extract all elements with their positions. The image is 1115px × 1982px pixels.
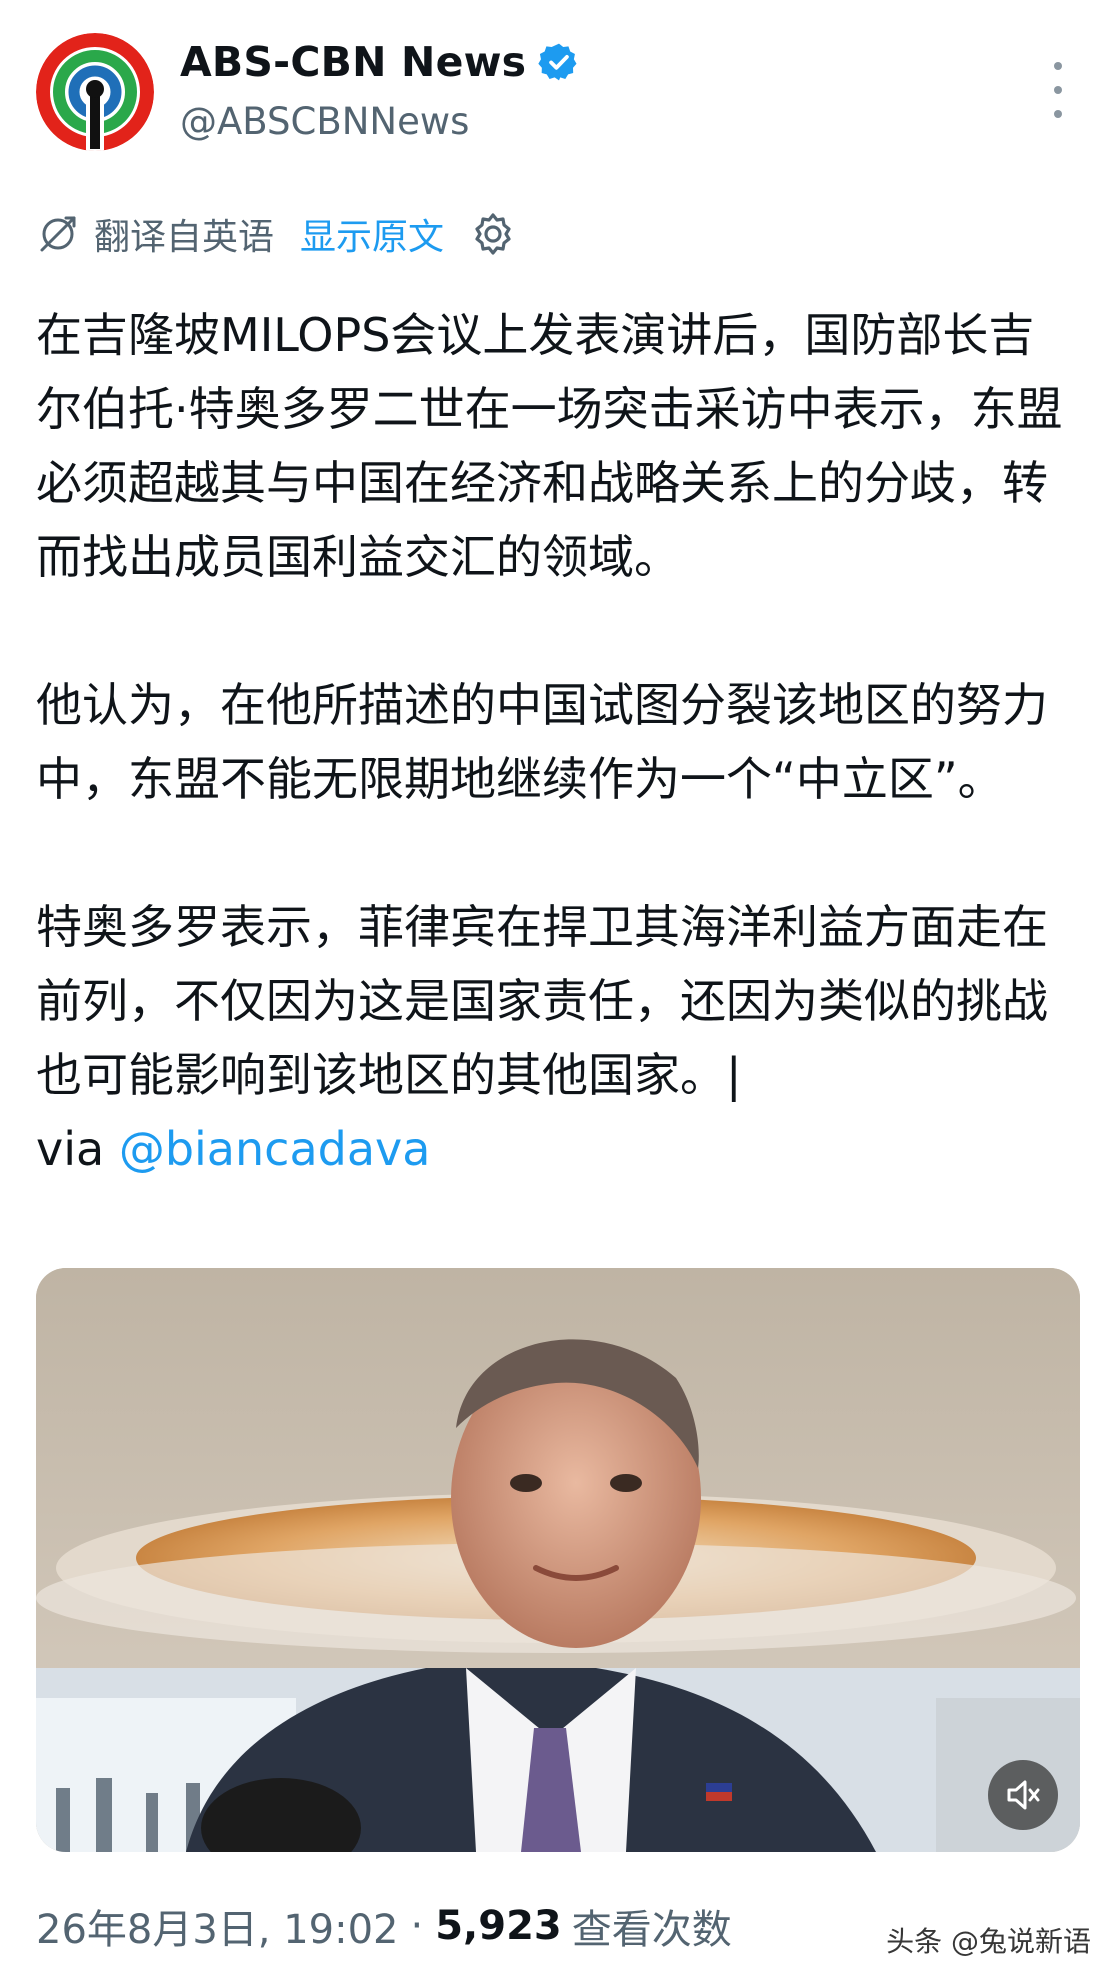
video-frame-image: [36, 1268, 1080, 1852]
mute-toggle-button[interactable]: [988, 1760, 1058, 1830]
account-handle[interactable]: @ABSCBNNews: [180, 100, 469, 143]
verified-badge-icon: [538, 41, 580, 83]
more-dot-icon: [1054, 62, 1062, 70]
translation-bar: 翻译自英语 显示原文: [36, 208, 516, 260]
translated-from-label: 翻译自英语: [94, 217, 275, 258]
avatar[interactable]: [36, 33, 154, 151]
volume-muted-icon: [1007, 1780, 1040, 1810]
more-options-button[interactable]: [1040, 62, 1076, 118]
meta-separator: ·: [410, 1903, 424, 1949]
views-count: 5,923: [435, 1903, 562, 1949]
tweet-video[interactable]: [36, 1268, 1080, 1852]
via-label: via: [36, 1122, 119, 1176]
tweet-paragraph: 他认为，在他所描述的中国试图分裂该地区的努力中，东盟不能无限期地继续作为一个“中…: [36, 678, 1048, 806]
tweet-text: 在吉隆坡MILOPS会议上发表演讲后，国防部长吉尔伯托·特奥多罗二世在一场突击采…: [36, 298, 1076, 1186]
tweet-meta: 26年8月3日, 19:02 · 5,923 查看次数: [36, 1898, 732, 1954]
mention-link[interactable]: @biancadava: [119, 1122, 431, 1176]
more-dot-icon: [1054, 86, 1062, 94]
post-timestamp[interactable]: 26年8月3日, 19:02: [36, 1897, 399, 1955]
translate-icon: [40, 216, 76, 252]
tweet-detail-page: ABS-CBN News @ABSCBNNews 翻译自英语 显示原文 在吉隆坡…: [0, 0, 1115, 1982]
tweet-header: ABS-CBN News @ABSCBNNews: [0, 0, 1115, 170]
display-name-row: ABS-CBN News: [180, 36, 580, 88]
tweet-paragraph-text: 特奥多罗表示，菲律宾在捍卫其海洋利益方面走在前列，不仅因为这是国家责任，还因为类…: [36, 900, 1048, 1102]
tweet-paragraph: 在吉隆坡MILOPS会议上发表演讲后，国防部长吉尔伯托·特奥多罗二世在一场突击采…: [36, 308, 1063, 584]
show-original-link[interactable]: 显示原文: [300, 208, 444, 260]
display-name[interactable]: ABS-CBN News: [180, 38, 526, 86]
views-label: 查看次数: [571, 1907, 732, 1953]
abs-cbn-logo-icon: [36, 33, 154, 151]
more-dot-icon: [1054, 110, 1062, 118]
gear-icon[interactable]: [470, 211, 516, 257]
watermark-text: 头条 @兔说新语: [886, 1925, 1091, 1958]
tweet-paragraph: 特奥多罗表示，菲律宾在捍卫其海洋利益方面走在前列，不仅因为这是国家责任，还因为类…: [36, 890, 1076, 1186]
